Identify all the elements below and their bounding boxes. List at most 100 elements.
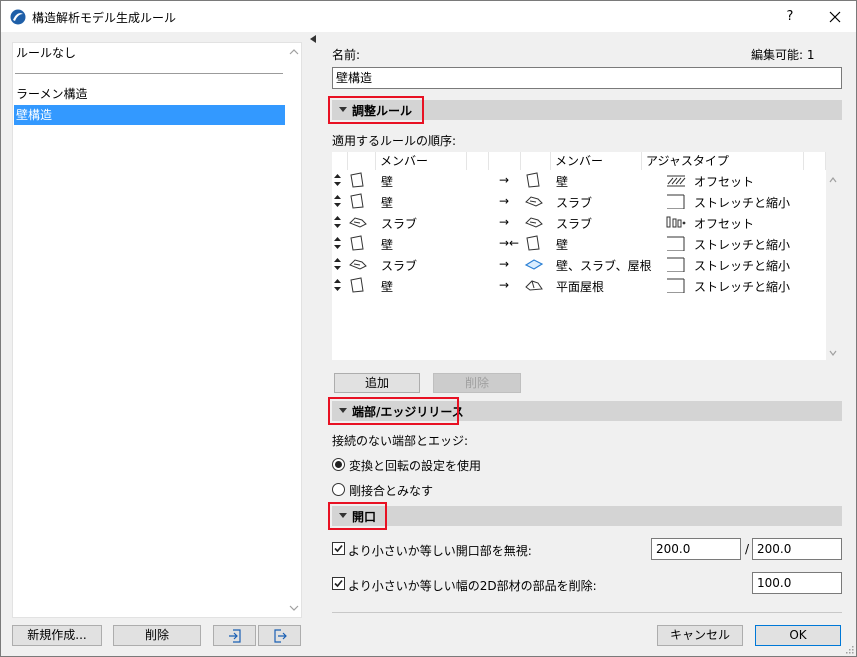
- collapse-arrow-icon[interactable]: [310, 35, 316, 43]
- bars-offset-icon: [666, 216, 686, 228]
- divider: [332, 612, 842, 613]
- resize-grip-icon[interactable]: [844, 644, 854, 654]
- col-header-member2[interactable]: メンバー: [551, 152, 642, 170]
- scroll-down-icon[interactable]: [829, 349, 837, 357]
- adjust-type-cell: ストレッチと縮小: [694, 259, 791, 273]
- multi-blue-icon: [524, 259, 544, 270]
- opening-width-field[interactable]: 200.0: [651, 538, 741, 560]
- check-icon: [334, 544, 343, 553]
- highlight-box: [328, 502, 387, 530]
- editable-count-label: 編集可能: 1: [751, 48, 815, 62]
- rule-row[interactable]: 壁 →← 壁 ストレッチと縮小: [332, 234, 826, 255]
- rule-row[interactable]: スラブ → 壁、スラブ、屋根 ストレッチと縮小: [332, 255, 826, 276]
- add-rule-button[interactable]: 追加: [334, 373, 420, 393]
- rule-row[interactable]: 壁 → スラブ ストレッチと縮小: [332, 192, 826, 213]
- wall-icon: [350, 235, 364, 251]
- arrow-cell: →: [499, 215, 510, 229]
- member1-cell: 壁: [381, 175, 394, 189]
- rule-row[interactable]: 壁 → 壁 オフセット: [332, 171, 826, 192]
- checkbox-ignore-openings[interactable]: [332, 542, 345, 555]
- remove-narrow-parts-label[interactable]: より小さいか等しい幅の2D部材の部品を削除:: [348, 577, 597, 594]
- col-header-blank2: [804, 152, 826, 170]
- export-icon: [273, 629, 287, 643]
- col-header-blank1: [467, 152, 489, 170]
- new-rule-button[interactable]: 新規作成...: [12, 625, 102, 646]
- stretch-icon: [667, 236, 685, 251]
- name-field[interactable]: 壁構造: [332, 67, 842, 89]
- member2-cell: スラブ: [556, 196, 593, 210]
- close-icon[interactable]: [817, 5, 853, 29]
- list-item-wall-structure[interactable]: 壁構造: [14, 105, 285, 125]
- stretch-icon: [667, 257, 685, 272]
- reorder-handle-icon[interactable]: [334, 216, 341, 228]
- list-item-frame-structure[interactable]: ラーメン構造: [14, 84, 285, 104]
- wall-icon: [350, 193, 364, 209]
- arrow-cell: →: [499, 257, 510, 271]
- radio-rigid[interactable]: [332, 483, 345, 496]
- col-header-adjust-type[interactable]: アジャスタイプ: [642, 152, 804, 170]
- adjust-type-cell: オフセット: [694, 175, 755, 189]
- member2-cell: スラブ: [556, 217, 593, 231]
- scroll-up-icon[interactable]: [289, 47, 299, 57]
- export-button[interactable]: [258, 625, 301, 646]
- radio-rigid-label[interactable]: 剛接合とみなす: [349, 482, 433, 499]
- cancel-button[interactable]: キャンセル: [657, 625, 743, 646]
- highlight-box: [328, 96, 424, 124]
- rule-list[interactable]: ルールなし ラーメン構造 壁構造: [12, 42, 302, 618]
- import-icon: [228, 629, 241, 643]
- member2-cell: 壁: [556, 238, 569, 252]
- member1-cell: スラブ: [381, 259, 418, 273]
- arrow-cell: →: [499, 173, 510, 187]
- radio-use-transform-label[interactable]: 変換と回転の設定を使用: [349, 457, 481, 474]
- col-header-icon2: [521, 152, 551, 170]
- reorder-handle-icon[interactable]: [334, 195, 341, 207]
- scroll-down-icon[interactable]: [289, 603, 299, 613]
- ignore-openings-label[interactable]: より小さいか等しい開口部を無視:: [348, 542, 532, 559]
- remove-rule-button[interactable]: 削除: [433, 373, 521, 393]
- name-label: 名前:: [332, 48, 361, 62]
- ok-button[interactable]: OK: [755, 625, 841, 646]
- member2-cell: 平面屋根: [556, 280, 605, 294]
- reorder-handle-icon[interactable]: [334, 258, 341, 270]
- checkbox-remove-narrow-parts[interactable]: [332, 577, 345, 590]
- scroll-up-icon[interactable]: [829, 176, 837, 184]
- section-openings[interactable]: 開口: [332, 506, 842, 526]
- roof-icon: [525, 280, 543, 291]
- adjust-type-cell: オフセット: [694, 217, 755, 231]
- import-button[interactable]: [213, 625, 256, 646]
- arrow-cell: →: [499, 194, 510, 208]
- reorder-handle-icon[interactable]: [334, 237, 341, 249]
- col-header-handle: [332, 152, 348, 170]
- col-header-arrow: [489, 152, 521, 170]
- help-button[interactable]: ?: [772, 5, 808, 29]
- member1-cell: 壁: [381, 238, 394, 252]
- rule-row[interactable]: スラブ → スラブ オフセット: [332, 213, 826, 234]
- narrow-width-field[interactable]: 100.0: [752, 572, 842, 594]
- member1-cell: 壁: [381, 280, 394, 294]
- arrow-cell: →: [499, 278, 510, 292]
- list-divider: [15, 73, 283, 74]
- rule-row[interactable]: 壁 → 平面屋根 ストレッチと縮小: [332, 276, 826, 297]
- wall-icon: [526, 172, 540, 188]
- free-ends-label: 接続のない端部とエッジ:: [332, 434, 469, 448]
- dialog-window: 構造解析モデル生成ルール ? ルールなし ラーメン構造 壁構造 新規作成... …: [0, 0, 857, 657]
- adjust-type-cell: ストレッチと縮小: [694, 196, 791, 210]
- member2-cell: 壁: [556, 175, 569, 189]
- member2-cell: 壁、スラブ、屋根: [556, 259, 652, 273]
- opening-height-field[interactable]: 200.0: [752, 538, 842, 560]
- col-header-member1[interactable]: メンバー: [376, 152, 467, 170]
- rules-table[interactable]: メンバー メンバー アジャスタイプ 壁 → 壁オフセット壁 → スラブ ストレッチと縮小ス…: [332, 152, 826, 360]
- slab-icon: [349, 217, 367, 228]
- order-label: 適用するルールの順序:: [332, 134, 457, 148]
- member1-cell: スラブ: [381, 217, 418, 231]
- reorder-handle-icon[interactable]: [334, 174, 341, 186]
- member1-cell: 壁: [381, 196, 394, 210]
- title-bar: 構造解析モデル生成ルール ?: [1, 1, 856, 32]
- stretch-icon: [667, 278, 685, 293]
- list-item-no-rule[interactable]: ルールなし: [14, 43, 285, 63]
- radio-use-transform[interactable]: [332, 458, 345, 471]
- delete-rule-button[interactable]: 削除: [113, 625, 201, 646]
- slab-icon: [525, 217, 543, 228]
- reorder-handle-icon[interactable]: [334, 279, 341, 291]
- arrow-cell: →←: [499, 236, 520, 250]
